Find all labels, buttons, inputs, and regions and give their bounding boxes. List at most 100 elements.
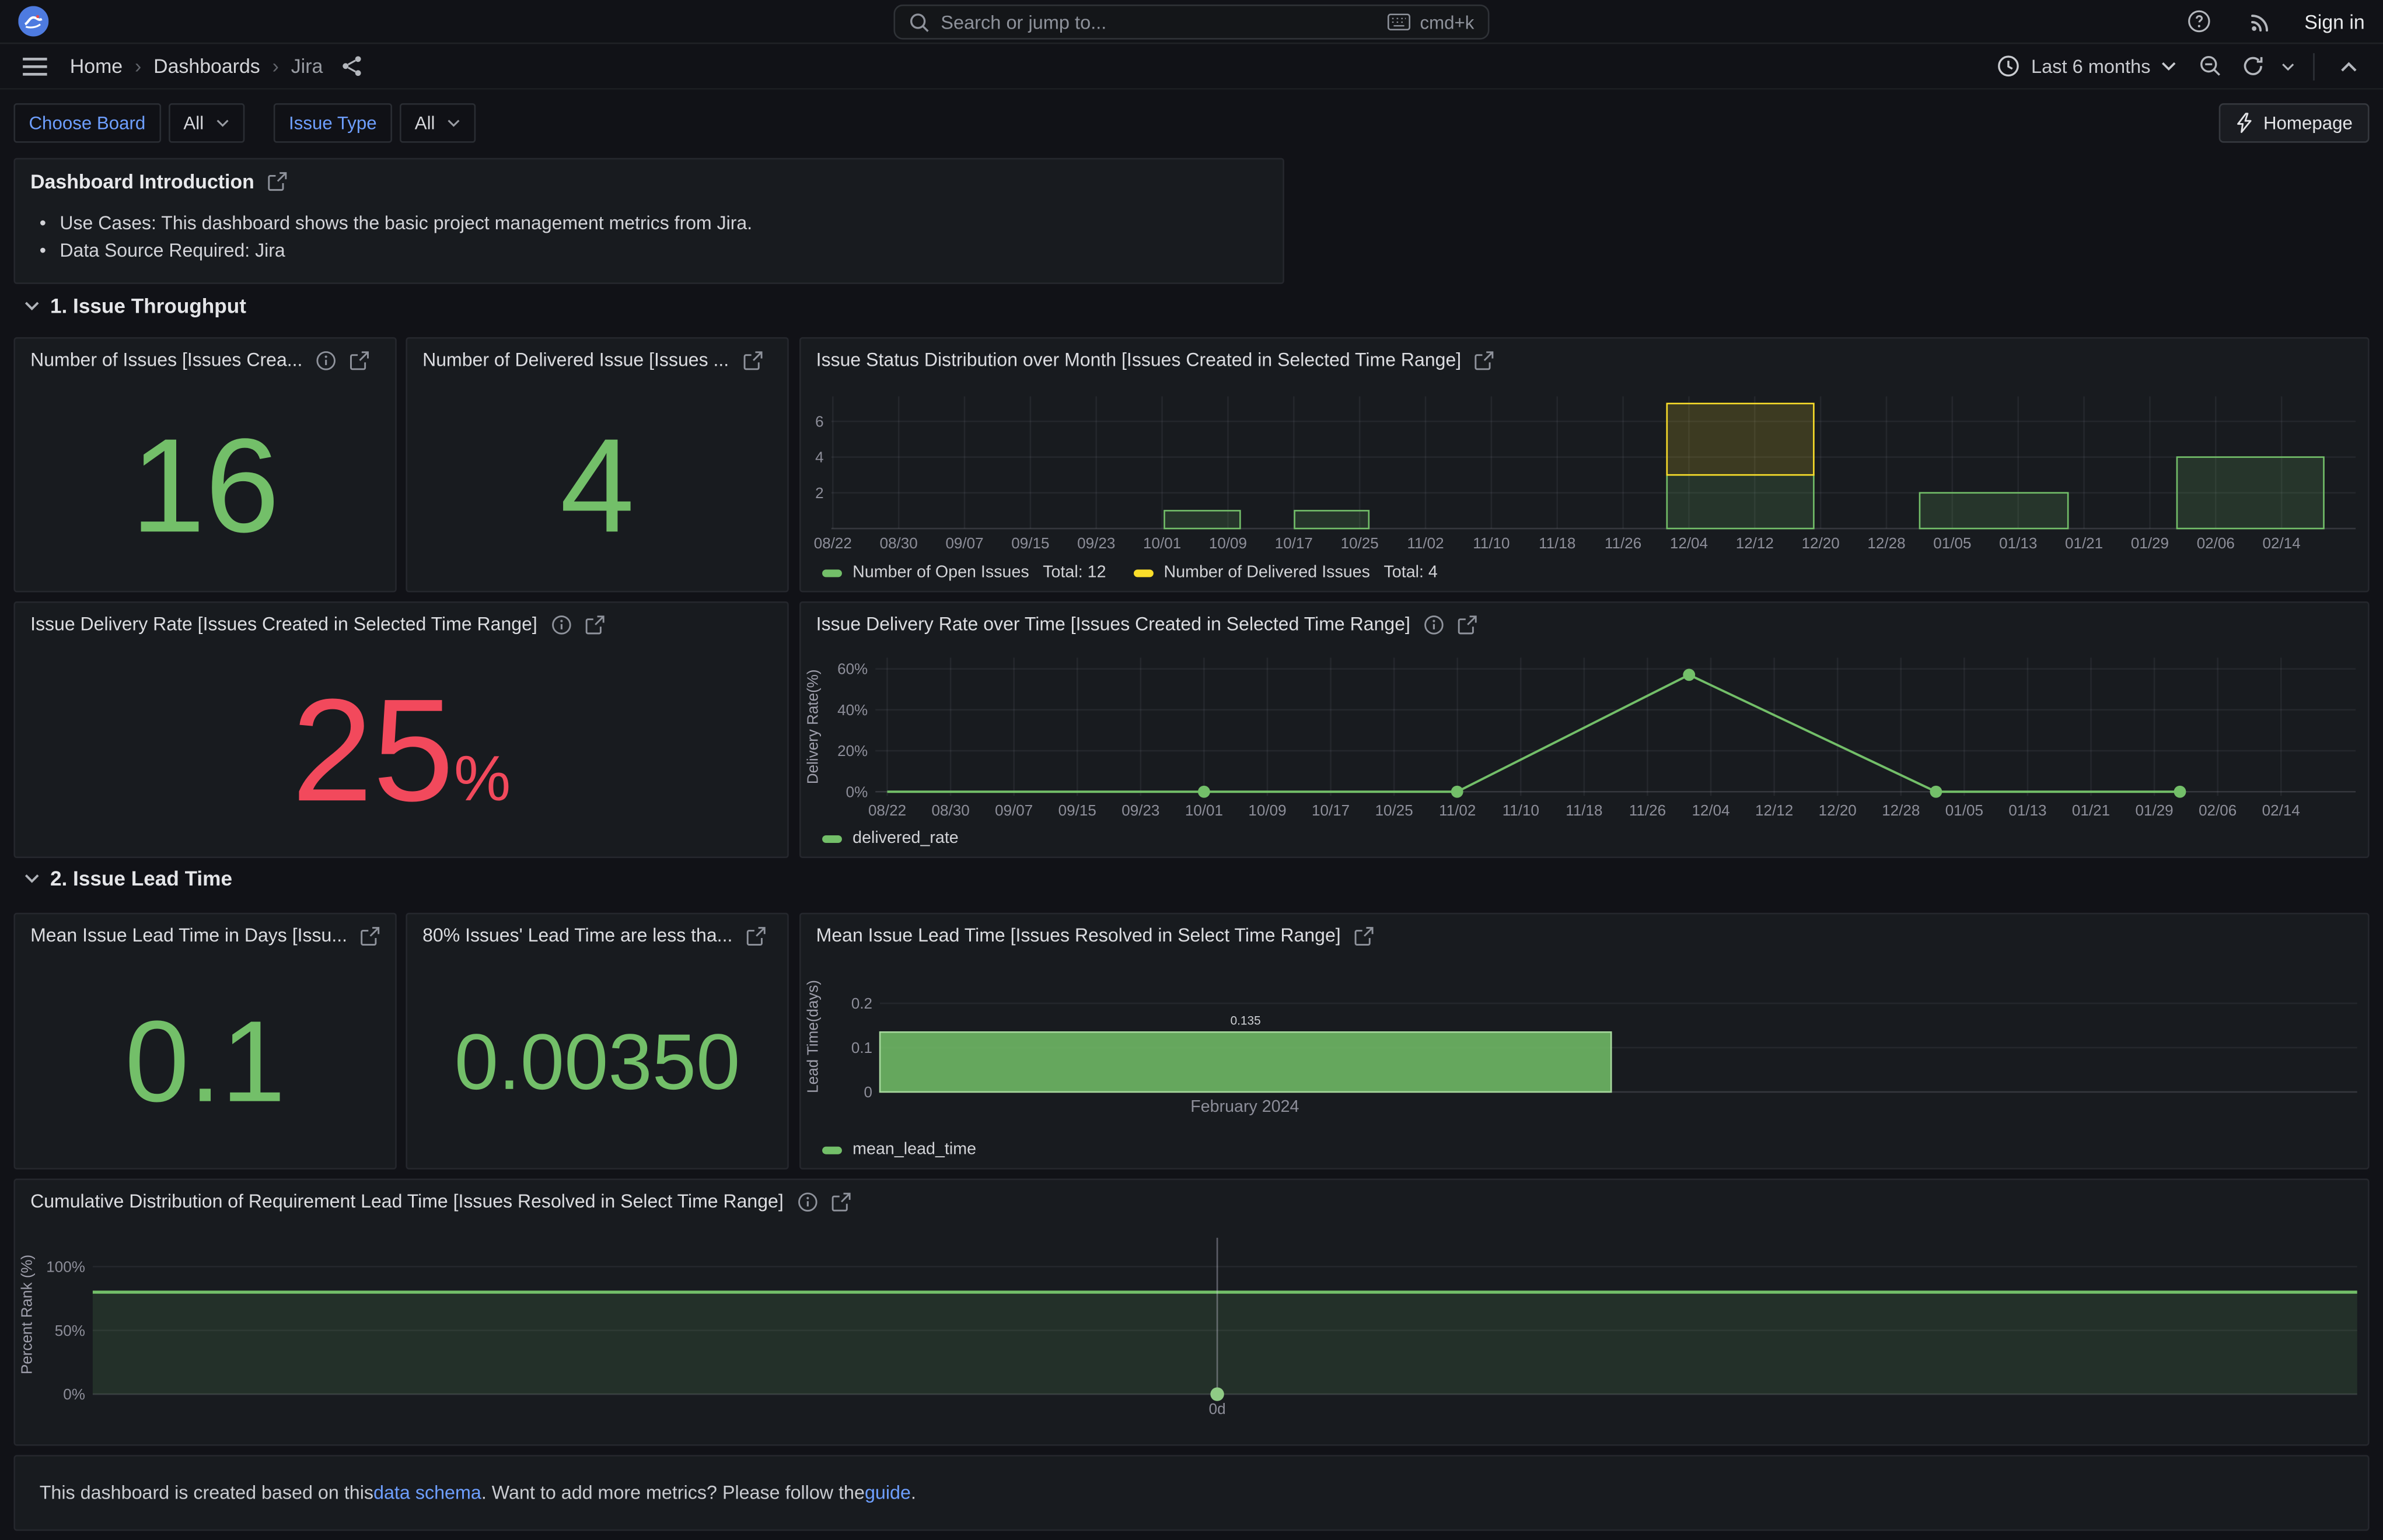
search-input[interactable]: Search or jump to... cmd+k (893, 5, 1489, 40)
panel-title[interactable]: 80% Issues' Lead Time are less tha... (422, 925, 732, 946)
breadcrumb-item[interactable]: Jira (291, 55, 323, 78)
chevron-down-icon (2161, 61, 2176, 71)
panel-issue-status-distribution: Issue Status Distribution over Month [Is… (799, 337, 2370, 592)
legend-item[interactable]: Number of Delivered IssuesTotal: 4 (1133, 564, 1437, 582)
legend-total: Total: 12 (1043, 564, 1106, 582)
intro-panel-body: Use Cases: This dashboard shows the basi… (15, 202, 1283, 273)
variables-row: Choose Board All Issue Type All Homepage (13, 97, 2369, 149)
chart-legend: delivered_rate (801, 820, 2368, 856)
chevron-down-icon (25, 301, 40, 312)
help-button[interactable] (2180, 3, 2220, 39)
issue-type-variable-select[interactable]: All (400, 103, 476, 143)
x-tick-label: 01/05 (1945, 802, 1983, 819)
bar-value-label: 0.135 (1231, 1014, 1261, 1027)
guide-link[interactable]: guide (865, 1482, 911, 1503)
x-tick-label: 08/22 (868, 802, 906, 819)
data-schema-link[interactable]: data schema (373, 1482, 481, 1503)
external-link-icon[interactable] (585, 614, 605, 634)
x-tick-label: 12/12 (1736, 534, 1774, 552)
y-tick-label: 0% (846, 783, 868, 800)
external-link-icon[interactable] (1458, 614, 1477, 634)
legend-item[interactable]: delivered_rate (822, 830, 959, 848)
board-variable-select[interactable]: All (168, 103, 244, 143)
refresh-interval-dropdown[interactable] (2275, 48, 2300, 84)
y-tick-label: 0% (63, 1385, 85, 1403)
panel-title[interactable]: Issue Status Distribution over Month [Is… (816, 349, 1462, 370)
data-point (1930, 786, 1942, 798)
chevron-down-icon (25, 873, 40, 884)
stat-value-area: 0.00350 (407, 957, 787, 1168)
zoom-out-time-button[interactable] (2190, 48, 2230, 84)
data-point (1210, 1387, 1224, 1401)
org-logo-icon (18, 6, 48, 36)
panel-title[interactable]: Cumulative Distribution of Requirement L… (30, 1191, 784, 1212)
legend-swatch (822, 835, 842, 842)
legend-label: mean_lead_time (852, 1140, 976, 1158)
section-row-issue-throughput[interactable]: 1. Issue Throughput (25, 295, 246, 317)
external-link-icon[interactable] (743, 350, 763, 370)
legend-swatch (822, 1146, 842, 1153)
x-tick-label: 12/28 (1867, 534, 1905, 552)
external-link-icon[interactable] (830, 1191, 850, 1211)
panel-title[interactable]: Mean Issue Lead Time [Issues Resolved in… (816, 925, 1341, 946)
legend-swatch (1133, 569, 1153, 576)
legend-item[interactable]: Number of Open Issues Total: 12 (822, 564, 1106, 582)
intro-panel-title[interactable]: Dashboard Introduction (30, 169, 254, 192)
legend-item[interactable]: mean_lead_time (822, 1140, 976, 1158)
menu-toggle-button[interactable] (15, 48, 55, 84)
x-tick-label: 0d (1209, 1400, 1226, 1418)
homepage-button[interactable]: Homepage (2219, 103, 2369, 143)
legend-swatch (822, 569, 842, 576)
area-chart-canvas[interactable]: 0%50%100%0dPercent Rank (%) (15, 1223, 2368, 1444)
info-icon[interactable] (551, 614, 571, 634)
line-chart-canvas[interactable]: 0%20%40%60%08/2208/3009/0709/1509/2310/0… (801, 646, 2368, 820)
panel-title[interactable]: Number of Issues [Issues Crea... (30, 349, 302, 370)
x-tick-label: 12/20 (1819, 802, 1857, 819)
x-tick-label: 09/15 (1058, 802, 1096, 819)
panel-title[interactable]: Number of Delivered Issue [Issues ... (422, 349, 729, 370)
panel-mean-issue-lead-time: Mean Issue Lead Time [Issues Resolved in… (799, 913, 2370, 1170)
board-variable-label: Choose Board (13, 103, 160, 143)
data-point (1683, 668, 1695, 681)
intro-panel: Dashboard Introduction Use Cases: This d… (13, 158, 1284, 284)
external-link-icon[interactable] (350, 350, 369, 370)
external-link-icon[interactable] (1354, 926, 1374, 946)
info-icon[interactable] (797, 1191, 817, 1211)
external-link-icon[interactable] (268, 171, 288, 191)
bar-open-issues (2177, 457, 2324, 528)
sign-in-link[interactable]: Sign in (2304, 10, 2365, 33)
share-dashboard-button[interactable] (332, 48, 372, 84)
external-link-icon[interactable] (1475, 350, 1495, 370)
x-tick-label: 10/09 (1209, 534, 1247, 552)
x-tick-label: 09/15 (1011, 534, 1049, 552)
org-logo[interactable] (18, 6, 48, 36)
panel-title[interactable]: Mean Issue Lead Time in Days [Issu... (30, 925, 347, 946)
external-link-icon[interactable] (360, 926, 380, 946)
chart-legend: mean_lead_time (801, 1132, 2368, 1168)
panel-title[interactable]: Issue Delivery Rate [Issues Created in S… (30, 614, 537, 635)
y-tick-label: 6 (815, 412, 823, 430)
panel-number-of-delivered-issues: Number of Delivered Issue [Issues ... 4 (406, 337, 788, 592)
bar-chart-canvas[interactable]: 00.10.20.135February 2024Lead Time(days) (801, 957, 2368, 1131)
info-icon[interactable] (316, 350, 336, 370)
external-link-icon[interactable] (746, 926, 766, 946)
time-range-picker[interactable]: Last 6 months (1987, 48, 2187, 84)
y-tick-label: 4 (815, 449, 823, 466)
panel-title[interactable]: Issue Delivery Rate over Time [Issues Cr… (816, 614, 1410, 635)
chart-legend: Number of Open IssuesTotal: 12Number of … (801, 554, 2368, 590)
footer-text: This dashboard is created based on this … (15, 1457, 2368, 1530)
info-icon[interactable] (1424, 614, 1444, 634)
bar-chart-canvas[interactable]: 24608/2208/3009/0709/1509/2310/0110/0910… (801, 381, 2368, 554)
time-controls: Last 6 months (1987, 48, 2367, 84)
bar-open-issues (1295, 510, 1369, 528)
legend-label: Number of Open Issues (852, 564, 1029, 582)
x-tick-label: 09/23 (1077, 534, 1115, 552)
refresh-button[interactable] (2232, 48, 2272, 84)
collapse-toolbar-button[interactable] (2328, 48, 2368, 84)
x-tick-label: 09/07 (995, 802, 1033, 819)
breadcrumb-item[interactable]: Home (70, 55, 123, 78)
rss-icon (2249, 9, 2274, 34)
section-row-issue-lead-time[interactable]: 2. Issue Lead Time (25, 867, 232, 890)
breadcrumb-item[interactable]: Dashboards (153, 55, 260, 78)
news-button[interactable] (2242, 3, 2281, 39)
